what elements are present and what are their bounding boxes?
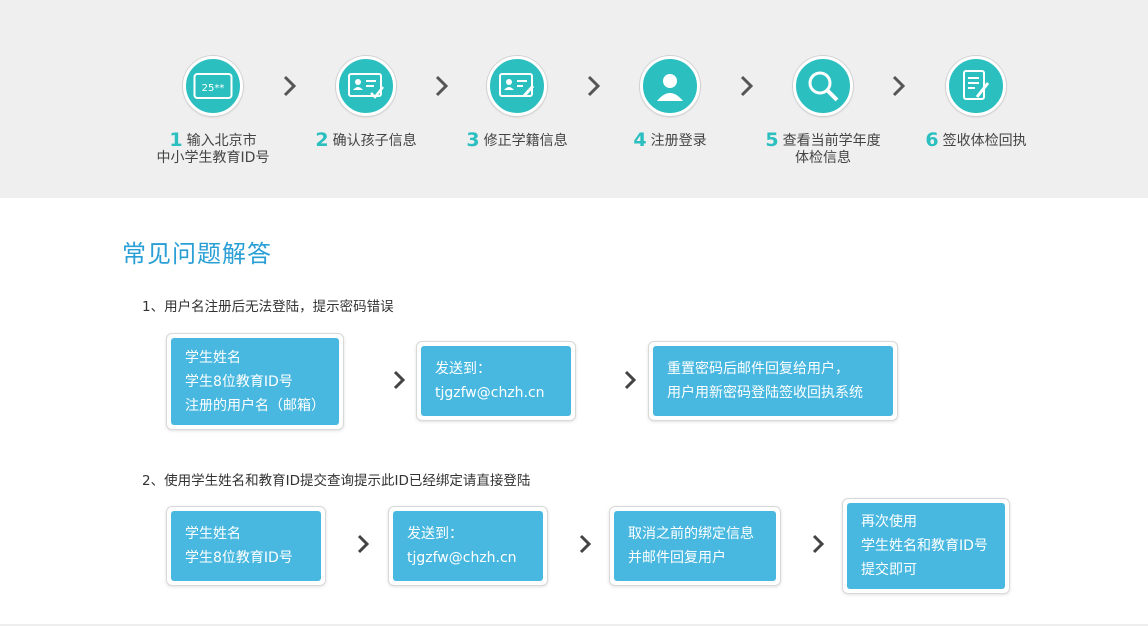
step-label: 5 查看当前学年度 体检信息 [765, 129, 881, 167]
search-icon [793, 56, 853, 116]
profile-check-icon [336, 56, 396, 116]
faq1-card-reset-password: 重置密码后邮件回复给用户， 用户用新密码登陆签收回执系统 [648, 341, 898, 421]
faq2-card-send-to: 发送到： tjgzfw@chzh.cn [388, 506, 548, 586]
step-label: 1 输入北京市 中小学生教育ID号 [156, 129, 270, 167]
step-number: 1 [169, 129, 183, 151]
faq2-card-unbind: 取消之前的绑定信息 并邮件回复用户 [609, 506, 781, 586]
step-label: 3 修正学籍信息 [466, 129, 568, 151]
step-4: 4 注册登录 [585, 56, 755, 150]
profile-edit-icon [487, 56, 547, 116]
step-label: 2 确认孩子信息 [315, 129, 417, 151]
faq-question-1: 1、用户名注册后无法登陆，提示密码错误 [142, 299, 394, 315]
chevron-right-icon [393, 370, 406, 390]
user-icon [640, 56, 700, 116]
step-label: 6 签收体检回执 [925, 129, 1027, 151]
step-5: 5 查看当前学年度 体检信息 [738, 56, 908, 167]
step-number: 4 [633, 129, 647, 151]
step-number: 2 [315, 129, 329, 151]
faq1-card-send-to: 发送到： tjgzfw@chzh.cn [416, 341, 576, 421]
faq-title: 常见问题解答 [122, 240, 272, 268]
chevron-right-icon [579, 534, 592, 554]
step-number: 6 [925, 129, 939, 151]
chevron-right-icon [812, 534, 825, 554]
email-address[interactable]: tjgzfw@chzh.cn [435, 381, 557, 405]
chevron-right-icon [357, 534, 370, 554]
svg-text:25**: 25** [202, 83, 225, 94]
step-number: 5 [765, 129, 779, 151]
step-3: 3 修正学籍信息 [432, 56, 602, 150]
chevron-right-icon [624, 370, 637, 390]
step-1: 25** 1 输入北京市 中小学生教育ID号 [128, 56, 298, 167]
faq2-card-student-info: 学生姓名 学生8位教育ID号 [166, 506, 326, 586]
steps-band: 25** 1 输入北京市 中小学生教育ID号 2 确认孩子信息 3 修正学籍信息… [0, 0, 1148, 198]
step-6: 6 签收体检回执 [891, 56, 1061, 150]
email-address[interactable]: tjgzfw@chzh.cn [407, 546, 529, 570]
faq2-card-resubmit: 再次使用 学生姓名和教育ID号 提交即可 [842, 498, 1010, 594]
step-label: 4 注册登录 [633, 129, 707, 151]
faq1-card-student-info: 学生姓名 学生8位教育ID号 注册的用户名（邮箱） [166, 333, 344, 430]
step-2: 2 确认孩子信息 [281, 56, 451, 150]
document-sign-icon [946, 56, 1006, 116]
faq-question-2: 2、使用学生姓名和教育ID提交查询提示此ID已经绑定请直接登陆 [142, 473, 531, 489]
step-number: 3 [466, 129, 480, 151]
id-card-icon: 25** [183, 56, 243, 116]
